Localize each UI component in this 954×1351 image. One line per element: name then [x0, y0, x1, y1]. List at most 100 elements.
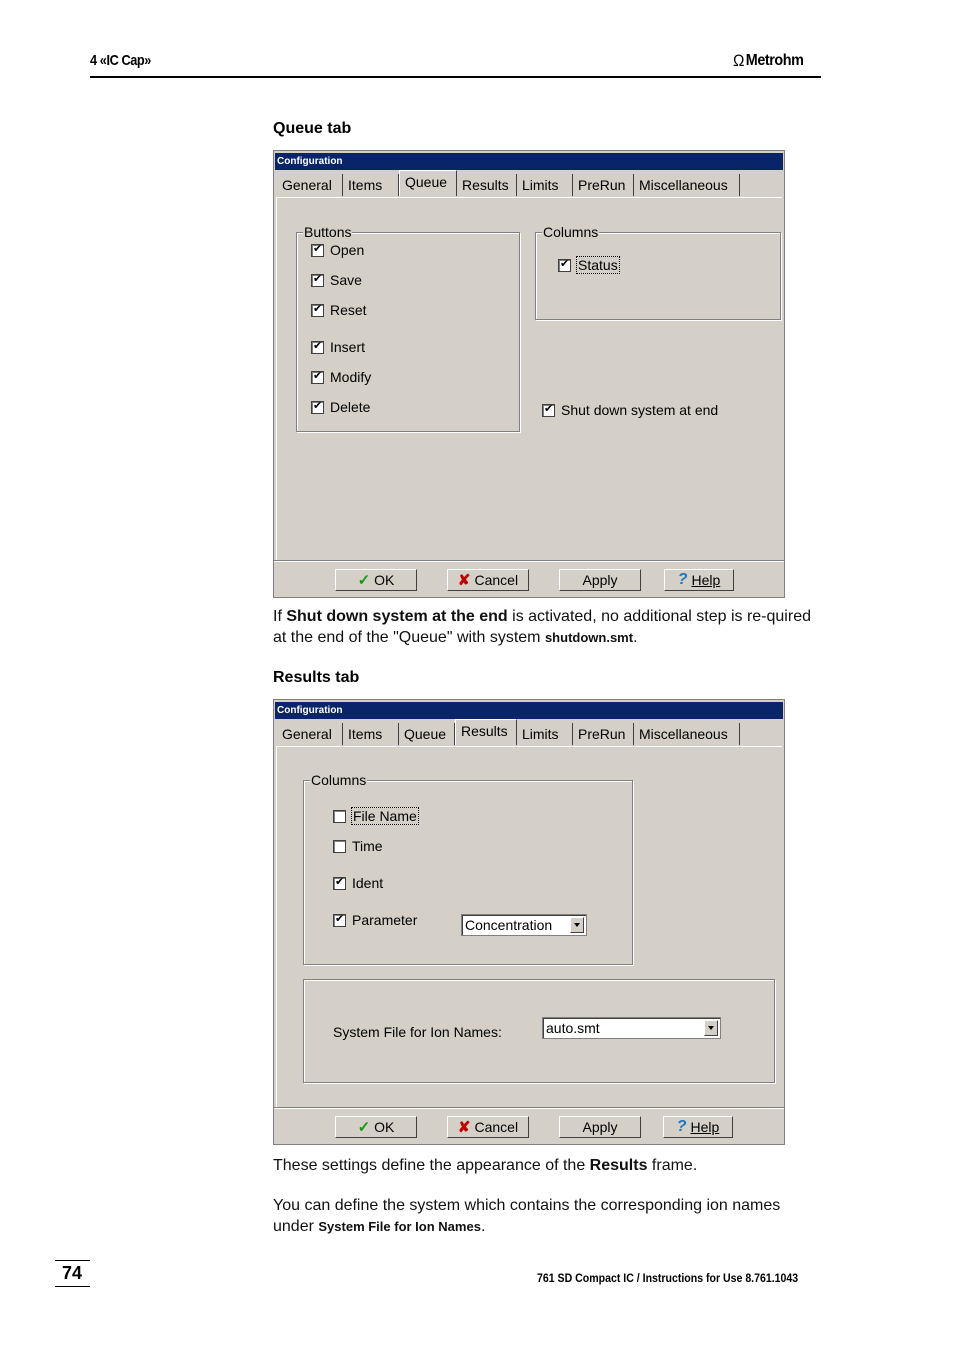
tab-general[interactable]: General: [277, 174, 343, 196]
tab-queue[interactable]: Queue: [399, 723, 455, 745]
brand-name: Metrohm: [745, 52, 804, 69]
ion-names-label: System File for Ion Names:: [333, 1024, 502, 1040]
text: frame.: [647, 1157, 698, 1174]
buttons-group: Buttons ✔ Open ✔ Save ✔ Reset ✔ Insert ✔ Modi…: [296, 224, 520, 432]
checkbox-open[interactable]: ✔ Open: [311, 242, 364, 258]
checkbox-ident[interactable]: ✔ Ident: [333, 875, 383, 891]
checkbox-time[interactable]: Time: [333, 838, 383, 854]
chevron-down-icon: [708, 1026, 714, 1030]
tab-limits[interactable]: Limits: [517, 174, 573, 196]
checkbox-label: Open: [330, 242, 365, 258]
help-question-icon: ?: [676, 1118, 687, 1135]
checkbox-label: Ident: [352, 875, 384, 891]
check-icon: ✔: [313, 272, 323, 285]
document-title: 761 SD Compact IC / Instructions for Use…: [537, 1271, 799, 1285]
button-label: Help: [690, 1119, 720, 1135]
check-icon: ✔: [335, 875, 345, 888]
brand-logo: Ω Metrohm: [733, 51, 804, 71]
tab-items[interactable]: Items: [343, 723, 399, 745]
cancel-button[interactable]: ✘ Cancel: [447, 569, 529, 591]
check-icon: ✔: [544, 402, 554, 415]
checkbox-label: Shut down system at end: [561, 402, 719, 418]
checkbox-modify[interactable]: ✔ Modify: [311, 369, 371, 385]
bold-term: Shut down system at the end: [286, 608, 508, 625]
checkbox-label: Insert: [330, 339, 366, 355]
checkbox-label: Save: [330, 272, 362, 288]
dialog-button-bar: ✓ OK ✘ Cancel Apply ? Help: [274, 1107, 784, 1144]
help-button[interactable]: ? Help: [663, 1116, 733, 1138]
tab-prerun[interactable]: PreRun: [573, 174, 634, 196]
bold-term: System File for Ion Names: [318, 1219, 481, 1234]
dialog-button-bar: ✓ OK ✘ Cancel Apply ? Help: [274, 560, 784, 597]
dropdown-arrow-button[interactable]: [570, 917, 584, 933]
apply-button[interactable]: Apply: [559, 1116, 641, 1138]
button-label: OK: [374, 1119, 395, 1135]
page-number-rule-bottom: [55, 1286, 90, 1287]
text: These settings define the appearance of …: [273, 1157, 590, 1174]
page-number: 74: [62, 1263, 83, 1283]
checkbox-save[interactable]: ✔ Save: [311, 272, 362, 288]
ok-button[interactable]: ✓ OK: [335, 1116, 417, 1138]
results-description-2: You can define the system which contains…: [273, 1195, 783, 1237]
tab-results[interactable]: Results: [455, 719, 517, 745]
check-icon: ✔: [560, 257, 570, 270]
chevron-down-icon: [574, 923, 580, 927]
ok-button[interactable]: ✓ OK: [335, 569, 417, 591]
configuration-dialog-queue: Configuration General Items Queue Result…: [273, 150, 785, 598]
ion-names-file-select[interactable]: auto.smt: [542, 1017, 721, 1039]
apply-button[interactable]: Apply: [559, 569, 641, 591]
checkbox-reset[interactable]: ✔ Reset: [311, 302, 367, 318]
tab-general[interactable]: General: [277, 723, 343, 745]
cancel-button[interactable]: ✘ Cancel: [447, 1116, 529, 1138]
checkbox-delete[interactable]: ✔ Delete: [311, 399, 370, 415]
columns-group-label: Columns: [310, 772, 368, 788]
select-value: auto.smt: [546, 1020, 600, 1036]
tab-limits[interactable]: Limits: [517, 723, 573, 745]
button-label: OK: [374, 572, 395, 588]
tab-queue[interactable]: Queue: [399, 170, 457, 196]
help-question-icon: ?: [677, 571, 688, 588]
text: .: [633, 629, 638, 646]
tab-panel-queue: Buttons ✔ Open ✔ Save ✔ Reset ✔ Insert ✔ Modi…: [276, 197, 782, 560]
results-tab-heading: Results tab: [273, 669, 360, 686]
checkbox-label: Status: [576, 256, 620, 274]
cross-icon: ✘: [457, 572, 471, 589]
button-label: Cancel: [474, 572, 519, 588]
checkbox-file-name[interactable]: File Name: [333, 807, 419, 825]
queue-tab-heading: Queue tab: [273, 120, 352, 137]
checkbox-parameter[interactable]: ✔ Parameter: [333, 912, 417, 928]
check-icon: ✔: [313, 242, 323, 255]
checkbox-label: Parameter: [352, 912, 418, 928]
checkbox-label: Delete: [330, 399, 371, 415]
checkbox-shutdown-system[interactable]: ✔ Shut down system at end: [542, 402, 718, 418]
button-label: Apply: [582, 572, 618, 588]
results-columns-group: Columns File Name Time ✔ Ident ✔ Parameter…: [303, 772, 633, 965]
tab-panel-results: Columns File Name Time ✔ Ident ✔ Parameter…: [276, 746, 782, 1107]
tab-prerun[interactable]: PreRun: [573, 723, 634, 745]
checkbox-label: File Name: [351, 807, 419, 825]
queue-description: If Shut down system at the end is activa…: [273, 606, 821, 648]
buttons-group-label: Buttons: [303, 224, 353, 240]
check-icon: ✔: [335, 912, 345, 925]
checkbox-label: Modify: [330, 369, 372, 385]
help-button[interactable]: ? Help: [664, 569, 734, 591]
tab-strip: General Items Queue Results Limits PreRu…: [277, 719, 784, 745]
tab-miscellaneous[interactable]: Miscellaneous: [634, 174, 740, 196]
parameter-select[interactable]: Concentration: [461, 914, 587, 936]
columns-group: Columns ✔ Status: [535, 224, 781, 320]
cross-icon: ✘: [457, 1119, 471, 1136]
ion-names-group: System File for Ion Names: auto.smt: [303, 979, 775, 1083]
columns-group-label: Columns: [542, 224, 600, 240]
tab-miscellaneous[interactable]: Miscellaneous: [634, 723, 740, 745]
checkbox-status[interactable]: ✔ Status: [558, 256, 620, 274]
button-label: Cancel: [474, 1119, 519, 1135]
tab-results[interactable]: Results: [457, 174, 517, 196]
tab-items[interactable]: Items: [343, 174, 399, 196]
check-icon: ✔: [313, 339, 323, 352]
check-icon: ✔: [313, 302, 323, 315]
dropdown-arrow-button[interactable]: [704, 1020, 718, 1036]
checkbox-insert[interactable]: ✔ Insert: [311, 339, 365, 355]
checkmark-icon: ✓: [357, 1119, 371, 1136]
checkmark-icon: ✓: [357, 572, 371, 589]
bold-term: Results: [589, 1157, 648, 1174]
